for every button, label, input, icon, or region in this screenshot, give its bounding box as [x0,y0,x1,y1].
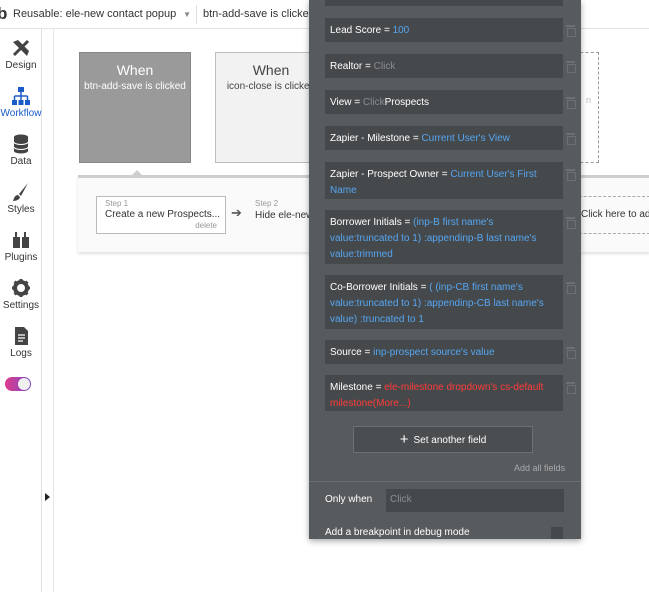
field-row-zapier-prospect-owner[interactable]: Zapier - Prospect Owner = Current User's… [325,162,576,199]
event-fragment-text: n [586,95,592,105]
field-label: Zapier - Prospect Owner [330,169,439,180]
event-selector[interactable]: btn-add-save is clicked [203,5,315,24]
only-when-condition-input[interactable]: Click [386,489,564,512]
plugins-icon [13,232,29,248]
field-label: Milestone [330,382,373,393]
sidebar-item-label: Settings [2,300,40,311]
breakpoint-label: Add a breakpoint in debug mode [325,527,470,538]
field-value[interactable]: Click [374,61,396,72]
step-delete-link[interactable]: delete [195,221,217,230]
field-row-co-borrower-initials[interactable]: Co-Borrower Initials = ( (inp-CB first n… [325,275,576,329]
equals-sign: = [354,97,363,108]
trash-icon[interactable] [566,97,576,109]
equals-sign: = [365,61,374,72]
add-all-fields-link[interactable]: Add all fields [514,463,565,473]
field-label: Co-Borrower Initials [330,282,418,293]
sidebar-item-label: Styles [7,204,35,215]
workflow-icon [12,87,30,105]
add-action-label: Click here to add [581,209,649,220]
trash-icon[interactable] [566,217,576,229]
trash-icon[interactable] [566,347,576,359]
styles-icon [13,183,28,201]
event-selector-value: btn-add-save is clicked [203,8,315,20]
field-row-realtor[interactable]: Realtor = Click [325,54,576,78]
sidebar-item-logs[interactable]: Logs [0,321,42,367]
field-row-partial[interactable] [325,0,563,6]
page-selector[interactable]: Reusable: ele-new contact popup ▼ [13,5,195,24]
field-row-view[interactable]: View = ClickProspects [325,90,576,114]
logs-icon [15,327,28,345]
field-row-zapier-milestone[interactable]: Zapier - Milestone = Current User's View [325,126,576,150]
add-action-button[interactable]: Click here to add [574,196,649,234]
equals-sign: = [420,282,430,293]
trash-icon[interactable] [566,282,576,294]
sidebar-item-design[interactable]: Design [0,33,42,79]
data-icon [13,134,29,154]
chevron-down-icon: ▼ [183,10,191,19]
equals-sign: = [383,25,393,36]
sidebar-item-workflow[interactable]: Workflow [0,81,42,127]
left-sidebar: Design Workflow Data Styles Plugins Sett… [0,29,42,592]
field-value[interactable]: inp-prospect source's value [373,347,494,358]
topbar-divider [196,5,197,24]
settings-icon [12,279,30,297]
sidebar-item-label: Workflow [0,108,42,119]
event-when-label: When [116,62,154,78]
breakpoint-checkbox[interactable] [551,527,563,539]
field-label: View [330,97,352,108]
field-label: Borrower Initials [330,217,402,228]
sidebar-item-label: Plugins [4,252,38,263]
field-value-prefix[interactable]: Click [363,97,385,108]
step-number: Step 1 [105,199,129,208]
set-another-field-button[interactable]: + Set another field [353,426,533,453]
field-label: Lead Score [330,25,382,36]
page-selector-value: Reusable: ele-new contact popup [13,8,177,20]
trash-icon[interactable] [566,25,576,37]
toggle-switch[interactable] [5,377,31,391]
step-title: Create a new Prospects... [105,209,221,220]
trash-icon[interactable] [566,61,576,73]
field-value[interactable]: 100 [393,25,410,36]
event-card-btn-add-save[interactable]: When btn-add-save is clicked [79,52,191,163]
event-condition: btn-add-save is clicked [84,81,186,92]
field-value[interactable]: Prospects [385,97,429,108]
only-when-label: Only when [325,494,373,505]
toggle-knob [18,378,30,390]
field-value[interactable]: Current User's View [421,133,509,144]
arrow-right-icon: ➔ [231,205,242,220]
sidebar-item-styles[interactable]: Styles [0,177,42,223]
equals-sign: = [364,347,374,358]
expand-arrow-icon[interactable] [45,493,50,501]
field-row-milestone[interactable]: Milestone = ele-milestone dropdown's cs-… [325,375,576,411]
trash-icon[interactable] [566,382,576,394]
design-icon [12,39,30,57]
field-row-lead-score[interactable]: Lead Score = 100 [325,18,576,42]
equals-sign: = [404,217,414,228]
sidebar-item-label: Logs [10,348,32,359]
bubble-logo[interactable]: b [0,4,7,24]
equals-sign: = [375,382,385,393]
step-card-1[interactable]: Step 1 Create a new Prospects... delete [96,196,226,234]
sidebar-item-settings[interactable]: Settings [0,273,42,319]
sidebar-item-label: Design [5,60,37,71]
trash-icon[interactable] [566,133,576,145]
sidebar-item-label: Data [10,156,32,167]
step-number: Step 2 [255,199,279,208]
panel-divider [309,481,581,482]
field-label: Zapier - Milestone [330,133,411,144]
field-label: Source [330,347,362,358]
field-label: Realtor [330,61,363,72]
action-property-editor: Lead Score = 100 Realtor = Click View = … [309,0,581,539]
field-row-source[interactable]: Source = inp-prospect source's value [325,340,576,364]
plus-icon: + [399,431,409,448]
field-row-borrower-initials[interactable]: Borrower Initials = (inp-B first name's … [325,210,576,264]
step-title: Hide ele-new [255,210,314,221]
trash-icon[interactable] [566,169,576,181]
sidebar-item-plugins[interactable]: Plugins [0,225,42,271]
sidebar-item-data[interactable]: Data [0,129,42,175]
set-another-field-label: Set another field [413,435,487,446]
